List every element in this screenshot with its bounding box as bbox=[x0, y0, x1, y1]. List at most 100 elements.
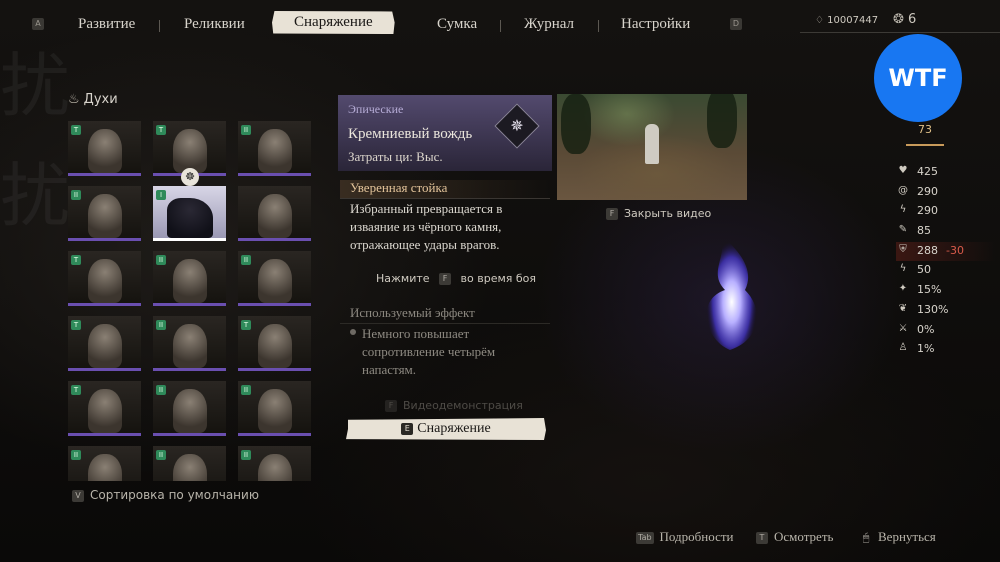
sort-control[interactable]: V Сортировка по умолчанию bbox=[72, 488, 259, 502]
stat-row: ⛨ 288 -30 bbox=[896, 241, 996, 262]
nav-prev-key[interactable]: A bbox=[32, 18, 44, 30]
spirits-category: ♨ Духи bbox=[68, 92, 118, 107]
spirit-tile[interactable] bbox=[238, 186, 311, 241]
tier-badge: I bbox=[156, 190, 166, 200]
spirit-portrait bbox=[258, 389, 292, 433]
equip-label: Снаряжение bbox=[417, 421, 491, 436]
equip-key: E bbox=[401, 422, 414, 435]
tree-silhouette bbox=[561, 94, 591, 154]
tab-settings[interactable]: Настройки bbox=[621, 16, 690, 33]
mouse-icon: 🖱 bbox=[862, 531, 870, 545]
tier-badge: T bbox=[71, 320, 81, 330]
stat-row: ϟ 50 bbox=[896, 261, 996, 281]
tier-badge: II bbox=[156, 255, 166, 265]
spirit-tile[interactable]: T bbox=[68, 316, 141, 371]
equip-button[interactable]: E Снаряжение bbox=[346, 418, 546, 440]
will-amount: 10007447 bbox=[827, 15, 879, 26]
sort-label: Сортировка по умолчанию bbox=[90, 488, 259, 502]
spirit-portrait bbox=[88, 129, 122, 173]
spirit-flame-icon bbox=[706, 230, 757, 350]
category-label: Духи bbox=[83, 92, 118, 107]
inspect-hint[interactable]: T Осмотреть bbox=[756, 529, 833, 545]
tab-equipment[interactable]: Снаряжение bbox=[272, 11, 395, 34]
stamina-value: 73 bbox=[906, 120, 944, 146]
stat-value: 1% bbox=[917, 342, 935, 356]
spirit-tile[interactable]: T bbox=[238, 316, 311, 371]
attribute-list: ♥ 425 @290 ϟ 290 ✎ 85 ⛨ 288 -30 ϟ 50 ✦ 15% ❦ 130% ⚔ 0% ♙ 1% bbox=[896, 163, 996, 360]
activation-prefix: Нажмите bbox=[376, 272, 430, 285]
tab-bag[interactable]: Сумка bbox=[437, 16, 477, 33]
spirit-tile[interactable]: II bbox=[153, 446, 226, 481]
tier-badge: II bbox=[241, 125, 251, 135]
spirit-portrait bbox=[173, 454, 207, 481]
stat-row: ♥ 425 bbox=[896, 163, 996, 183]
equipped-marker-icon: ☸ bbox=[181, 168, 199, 186]
spirit-tile[interactable]: II bbox=[238, 251, 311, 306]
nav-divider bbox=[598, 20, 599, 32]
stat-row: ✦ 15% bbox=[896, 281, 996, 301]
calligraphy-decoration: 扰 bbox=[0, 45, 70, 127]
wtf-badge: WTF bbox=[874, 34, 962, 122]
gourd-icon: ♙ bbox=[898, 342, 908, 354]
tab-relics[interactable]: Реликвии bbox=[184, 16, 245, 33]
close-video-button[interactable]: F Закрыть видео bbox=[606, 207, 711, 220]
spirit-tile[interactable]: T bbox=[68, 121, 141, 176]
shield-icon: ⛨ bbox=[899, 243, 907, 255]
flame-icon: ♨ bbox=[68, 92, 80, 107]
spirit-tile[interactable]: II bbox=[68, 446, 141, 481]
stat-value: 425 bbox=[917, 165, 938, 178]
inspect-key: T bbox=[756, 532, 768, 545]
wing-icon: ❦ bbox=[898, 302, 908, 314]
nav-next-key[interactable]: D bbox=[730, 18, 742, 30]
tier-badge: T bbox=[71, 255, 81, 265]
spirit-tile[interactable]: II bbox=[153, 251, 226, 306]
calligraphy-decoration: 扰 bbox=[0, 155, 70, 237]
active-skill-description: Избранный превращается в изваяние из чёр… bbox=[350, 201, 503, 252]
tier-badge: II bbox=[241, 385, 251, 395]
spirit-tile[interactable]: I bbox=[153, 186, 226, 241]
spirit-tile[interactable]: T bbox=[68, 381, 141, 436]
tab-journal[interactable]: Журнал bbox=[524, 16, 574, 33]
swirl-icon: @ bbox=[898, 184, 908, 196]
spirit-portrait bbox=[167, 198, 213, 238]
tier-badge: II bbox=[71, 190, 81, 200]
bolt-icon: ϟ bbox=[899, 204, 907, 216]
tier-badge: T bbox=[71, 385, 81, 395]
tier-badge: II bbox=[241, 450, 251, 460]
stat-row: @290 bbox=[896, 183, 996, 203]
tier-badge: II bbox=[156, 450, 166, 460]
stat-row: ❦ 130% bbox=[896, 301, 996, 321]
activation-key: F bbox=[439, 273, 452, 285]
video-demo-label: Видеодемонстрация bbox=[403, 399, 523, 412]
video-demo-button[interactable]: F Видеодемонстрация bbox=[385, 399, 523, 412]
spirit-portrait bbox=[88, 259, 122, 303]
tier-badge: II bbox=[71, 450, 81, 460]
tab-development[interactable]: Развитие bbox=[78, 16, 135, 33]
claw-icon: ✦ bbox=[898, 283, 908, 295]
tier-badge: T bbox=[241, 320, 251, 330]
stat-value: 50 bbox=[917, 263, 931, 277]
video-preview[interactable] bbox=[557, 94, 747, 200]
details-label: Подробности bbox=[659, 529, 734, 544]
details-hint[interactable]: Tab Подробности bbox=[636, 529, 733, 545]
spirit-tile[interactable]: II bbox=[153, 316, 226, 371]
spirit-tile[interactable]: II bbox=[153, 381, 226, 436]
spirit-portrait bbox=[258, 129, 292, 173]
sort-key: V bbox=[72, 489, 84, 502]
stat-value: 15% bbox=[917, 283, 942, 297]
spirit-tile[interactable]: II bbox=[238, 446, 311, 481]
tier-badge: II bbox=[241, 255, 251, 265]
activation-suffix: во время боя bbox=[460, 272, 537, 285]
spirit-portrait bbox=[88, 454, 122, 481]
spirit-tile[interactable]: II bbox=[238, 381, 311, 436]
back-hint[interactable]: 🖱 Вернуться bbox=[860, 529, 936, 545]
top-navigation: A Развитие Реликвии Снаряжение Сумка Жур… bbox=[0, 8, 790, 42]
spirit-tile[interactable]: II bbox=[68, 186, 141, 241]
will-currency: ♢ 10007447 bbox=[815, 15, 878, 26]
spirit-portrait bbox=[88, 324, 122, 368]
active-skill-heading: Уверенная стойка bbox=[340, 180, 550, 199]
qi-cost: Затраты ци: Выс. bbox=[348, 149, 443, 164]
spirit-tile[interactable]: T bbox=[68, 251, 141, 306]
character-figure bbox=[645, 124, 659, 164]
spirit-tile[interactable]: II bbox=[238, 121, 311, 176]
